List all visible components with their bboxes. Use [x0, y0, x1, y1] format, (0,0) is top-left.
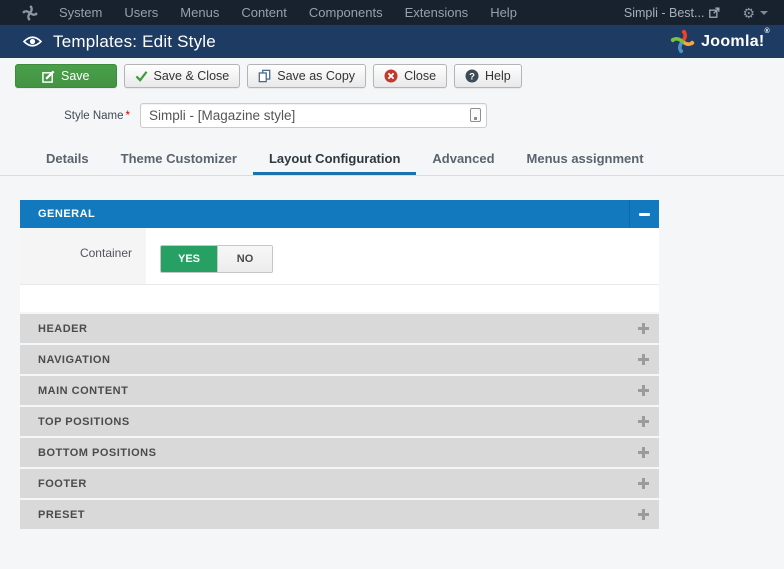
save-as-copy-label: Save as Copy — [277, 69, 355, 83]
tab-details[interactable]: Details — [30, 141, 105, 175]
container-label: Container — [20, 228, 146, 284]
plus-icon[interactable] — [638, 509, 649, 520]
tab-advanced[interactable]: Advanced — [416, 141, 510, 175]
help-label: Help — [485, 69, 511, 83]
settings-dropdown-button[interactable]: ⚙ — [742, 6, 768, 20]
container-control: YES NO — [146, 228, 273, 284]
required-star: * — [126, 110, 130, 122]
menu-item-content[interactable]: Content — [230, 0, 298, 25]
external-link-icon — [709, 7, 720, 18]
eye-icon — [23, 35, 42, 48]
accordion-title-top-positions: TOP POSITIONS — [38, 416, 130, 428]
svg-text:?: ? — [469, 71, 475, 82]
accordion-panel-general: GENERAL Container YES NO — [20, 200, 659, 312]
plus-icon[interactable] — [638, 447, 649, 458]
general-panel-empty-row — [20, 285, 659, 312]
accordion-header-header[interactable]: HEADER — [20, 314, 659, 343]
style-name-row: Style Name* — [0, 103, 784, 128]
save-button[interactable]: Save — [15, 64, 117, 88]
menu-item-menus[interactable]: Menus — [169, 0, 230, 25]
accordion-header-main-content[interactable]: MAIN CONTENT — [20, 376, 659, 405]
topbar-right: Simpli - Best... ⚙ — [624, 6, 772, 20]
site-name-label: Simpli - Best... — [624, 6, 705, 20]
joomla-mark-icon — [22, 5, 38, 21]
close-button[interactable]: Close — [373, 64, 447, 88]
tab-menus-assignment[interactable]: Menus assignment — [511, 141, 660, 175]
plus-icon[interactable] — [638, 416, 649, 427]
container-no-button[interactable]: NO — [217, 246, 272, 272]
save-as-copy-button[interactable]: Save as Copy — [247, 64, 366, 88]
close-label: Close — [404, 69, 436, 83]
page-titlebar: Templates: Edit Style Joomla!® — [0, 25, 784, 58]
menu-item-components[interactable]: Components — [298, 0, 394, 25]
accordion-title-bottom-positions: BOTTOM POSITIONS — [38, 447, 156, 459]
joomla-admin-window: System Users Menus Content Components Ex… — [0, 0, 784, 569]
menu-item-system[interactable]: System — [48, 0, 113, 25]
accordion-header-preset[interactable]: PRESET — [20, 500, 659, 529]
help-button[interactable]: ? Help — [454, 64, 522, 88]
tab-layout-configuration[interactable]: Layout Configuration — [253, 141, 416, 175]
admin-menu: System Users Menus Content Components Ex… — [48, 0, 528, 25]
joomla-wordmark: Joomla!® — [701, 33, 770, 51]
autofill-extension-icon[interactable] — [470, 108, 481, 122]
page-title: Templates: Edit Style — [53, 32, 216, 52]
save-label: Save — [61, 69, 90, 83]
container-yes-button[interactable]: YES — [161, 246, 217, 272]
container-setting-row: Container YES NO — [20, 228, 659, 285]
edit-style-tabs: Details Theme Customizer Layout Configur… — [0, 141, 784, 176]
accordion-header-general[interactable]: GENERAL — [20, 200, 659, 228]
caret-down-icon — [760, 11, 768, 15]
collapse-toggle-general[interactable] — [629, 200, 659, 228]
copy-icon — [258, 69, 271, 83]
plus-icon[interactable] — [638, 478, 649, 489]
joomla-logo-icon — [670, 29, 695, 54]
general-panel-body: Container YES NO — [20, 228, 659, 312]
accordion-title-navigation: NAVIGATION — [38, 354, 110, 366]
toolbar: Save Save & Close Save as Copy Close — [0, 58, 784, 88]
gear-icon: ⚙ — [742, 6, 755, 20]
save-icon — [42, 70, 55, 83]
close-icon — [384, 69, 398, 83]
menu-item-users[interactable]: Users — [113, 0, 169, 25]
accordion-title-preset: PRESET — [38, 509, 85, 521]
save-and-close-label: Save & Close — [154, 69, 230, 83]
menu-item-help[interactable]: Help — [479, 0, 528, 25]
accordion-title-header: HEADER — [38, 323, 87, 335]
minus-icon — [639, 213, 650, 216]
tab-theme-customizer[interactable]: Theme Customizer — [105, 141, 253, 175]
accordion-header-navigation[interactable]: NAVIGATION — [20, 345, 659, 374]
accordion-title-footer: FOOTER — [38, 478, 87, 490]
style-name-label: Style Name* — [0, 110, 140, 122]
admin-menubar: System Users Menus Content Components Ex… — [0, 0, 784, 25]
style-name-input[interactable] — [140, 103, 487, 128]
check-icon — [135, 70, 148, 82]
plus-icon[interactable] — [638, 354, 649, 365]
preview-site-link[interactable]: Simpli - Best... — [624, 6, 721, 20]
accordion-header-footer[interactable]: FOOTER — [20, 469, 659, 498]
accordion-title-general: GENERAL — [38, 208, 95, 220]
style-name-input-wrap — [140, 103, 487, 128]
container-toggle-group: YES NO — [160, 245, 273, 273]
plus-icon[interactable] — [638, 323, 649, 334]
joomla-logo: Joomla!® — [670, 29, 770, 54]
save-and-close-button[interactable]: Save & Close — [124, 64, 241, 88]
accordion-header-bottom-positions[interactable]: BOTTOM POSITIONS — [20, 438, 659, 467]
menu-item-extensions[interactable]: Extensions — [394, 0, 480, 25]
question-icon: ? — [465, 69, 479, 83]
accordion-header-top-positions[interactable]: TOP POSITIONS — [20, 407, 659, 436]
accordion-title-main-content: MAIN CONTENT — [38, 385, 128, 397]
layout-configuration-panel: GENERAL Container YES NO — [20, 200, 659, 529]
plus-icon[interactable] — [638, 385, 649, 396]
